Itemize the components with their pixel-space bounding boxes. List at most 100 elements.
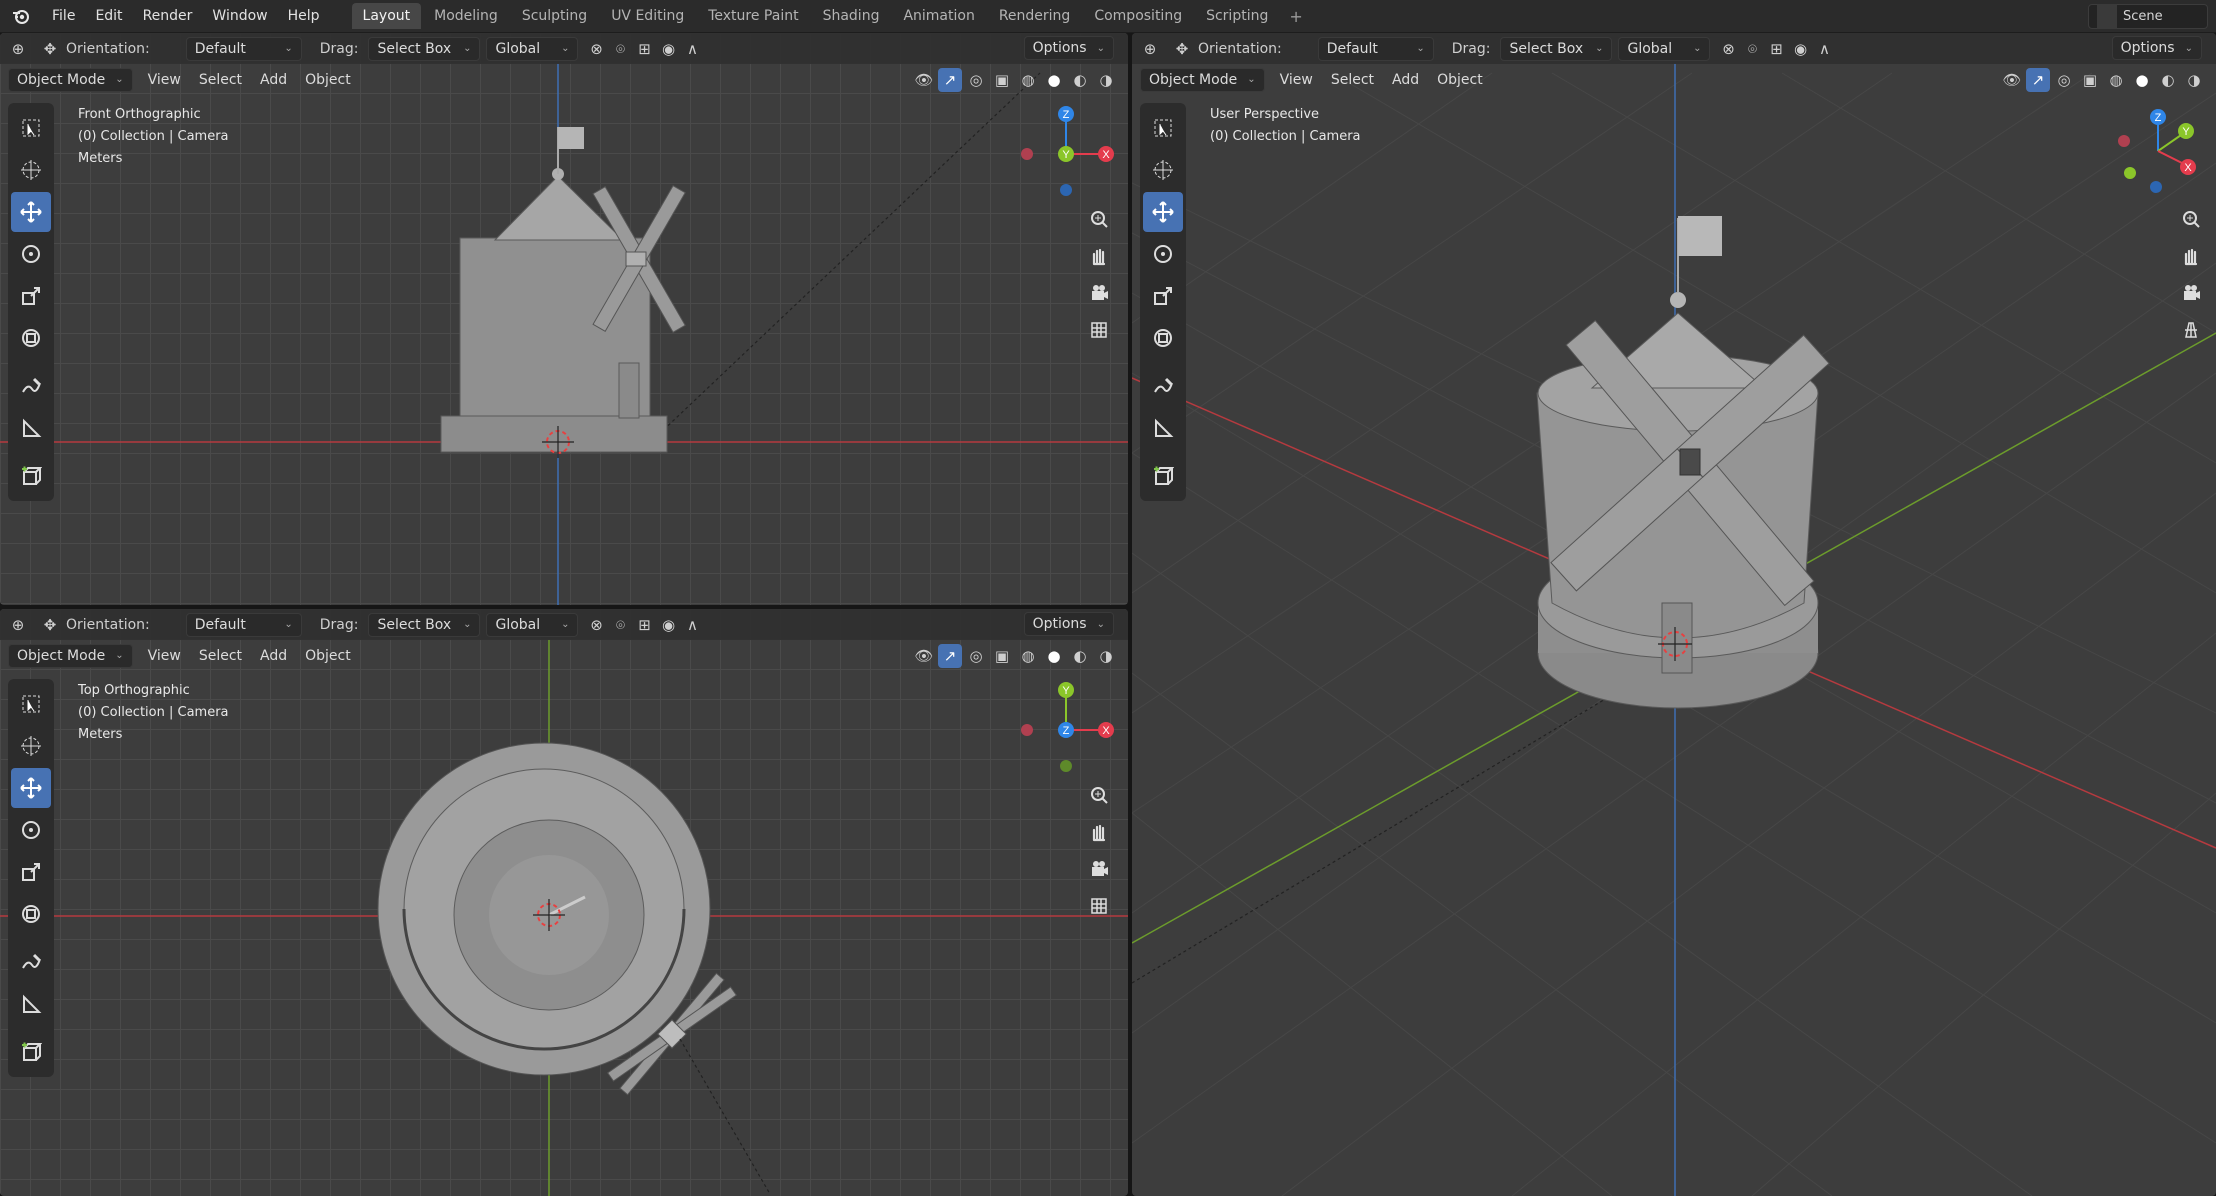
- solid-shading-icon[interactable]: ●: [1042, 68, 1066, 92]
- editor-type-icon[interactable]: ⊕: [6, 613, 30, 637]
- view-menu[interactable]: View: [139, 644, 190, 668]
- tab-animation[interactable]: Animation: [892, 3, 985, 29]
- proportional-edit-icon[interactable]: ◉: [1788, 37, 1812, 61]
- overlay-icon[interactable]: ◎: [964, 644, 988, 668]
- orientation-dropdown[interactable]: Default ⌄: [185, 36, 302, 61]
- mode-dropdown[interactable]: Object Mode ⌄: [8, 643, 133, 668]
- orientation-dropdown[interactable]: Default ⌄: [1317, 36, 1434, 61]
- snap-target-icon[interactable]: ⊞: [632, 37, 656, 61]
- solid-shading-icon[interactable]: ●: [1042, 644, 1066, 668]
- add-menu[interactable]: Add: [1383, 68, 1428, 92]
- tab-layout[interactable]: Layout: [351, 3, 422, 29]
- transform-tool-icon[interactable]: [11, 318, 51, 358]
- visibility-icon[interactable]: 👁: [912, 644, 936, 668]
- tab-modeling[interactable]: Modeling: [423, 3, 509, 29]
- object-menu[interactable]: Object: [296, 68, 360, 92]
- windmill-front[interactable]: [440, 127, 686, 453]
- snap-icon[interactable]: ⌾: [608, 613, 632, 637]
- viewport-user-perspective[interactable]: ⊕ ✥ Orientation: Default ⌄ Drag: Select B…: [1132, 33, 2216, 1196]
- camera-view-icon[interactable]: [1084, 278, 1114, 308]
- tab-sculpting[interactable]: Sculpting: [511, 3, 598, 29]
- wireframe-shading-icon[interactable]: ◍: [1016, 68, 1040, 92]
- annotate-tool-icon[interactable]: [11, 366, 51, 406]
- select-box-tool-icon[interactable]: [11, 684, 51, 724]
- navigation-gizmo[interactable]: Z X Y: [1020, 101, 1120, 201]
- falloff-icon[interactable]: ∧: [1812, 37, 1836, 61]
- rendered-shading-icon[interactable]: ◑: [1094, 644, 1118, 668]
- rendered-shading-icon[interactable]: ◑: [2182, 68, 2206, 92]
- xray-icon[interactable]: ▣: [990, 644, 1014, 668]
- options-dropdown[interactable]: Options ⌄: [2111, 36, 2202, 60]
- material-shading-icon[interactable]: ◐: [2156, 68, 2180, 92]
- tab-texture-paint[interactable]: Texture Paint: [697, 3, 809, 29]
- wireframe-shading-icon[interactable]: ◍: [1016, 644, 1040, 668]
- annotate-tool-icon[interactable]: [11, 942, 51, 982]
- object-menu[interactable]: Object: [1428, 68, 1492, 92]
- tab-scripting[interactable]: Scripting: [1195, 3, 1279, 29]
- view-menu[interactable]: View: [139, 68, 190, 92]
- gizmo-toggle-icon[interactable]: ↗: [2026, 67, 2050, 92]
- pan-hand-icon[interactable]: [2176, 241, 2206, 271]
- zoom-icon[interactable]: [2176, 204, 2206, 234]
- blender-logo-icon[interactable]: [10, 5, 32, 27]
- cursor-tool-icon[interactable]: [11, 726, 51, 766]
- drag-dropdown[interactable]: Select Box ⌄: [368, 36, 481, 61]
- menu-render[interactable]: Render: [133, 0, 203, 33]
- scene-selector[interactable]: Scene: [2088, 4, 2208, 29]
- add-cube-tool-icon[interactable]: [11, 456, 51, 496]
- transform-dropdown[interactable]: Global ⌄: [486, 612, 579, 637]
- pan-hand-icon[interactable]: [1084, 817, 1114, 847]
- mode-dropdown[interactable]: Object Mode ⌄: [8, 67, 133, 92]
- xray-icon[interactable]: ▣: [990, 68, 1014, 92]
- material-shading-icon[interactable]: ◐: [1068, 644, 1092, 668]
- pivot-icon[interactable]: ⊗: [1716, 37, 1740, 61]
- cursor-tool-icon[interactable]: [1143, 150, 1183, 190]
- transform-dropdown[interactable]: Global ⌄: [486, 36, 579, 61]
- tab-uv-editing[interactable]: UV Editing: [600, 3, 695, 29]
- editor-type-icon[interactable]: ⊕: [6, 37, 30, 61]
- move-tool-icon[interactable]: [11, 192, 51, 232]
- gizmo-toggle-icon[interactable]: ↗: [938, 643, 962, 668]
- zoom-icon[interactable]: [1084, 780, 1114, 810]
- measure-tool-icon[interactable]: [1143, 408, 1183, 448]
- menu-help[interactable]: Help: [278, 0, 330, 33]
- pivot-icon[interactable]: ⊗: [584, 613, 608, 637]
- mode-dropdown[interactable]: Object Mode ⌄: [1140, 67, 1265, 92]
- select-menu[interactable]: Select: [190, 644, 251, 668]
- move-tool-icon[interactable]: [1143, 192, 1183, 232]
- camera-view-icon[interactable]: [2176, 278, 2206, 308]
- rotate-tool-icon[interactable]: [11, 810, 51, 850]
- transform-tool-icon[interactable]: [1143, 318, 1183, 358]
- viewport-front[interactable]: ⊕ ✥ Orientation: Default ⌄ Drag: Select B…: [0, 33, 1128, 605]
- proportional-edit-icon[interactable]: ◉: [656, 37, 680, 61]
- cursor-tool-icon[interactable]: [11, 150, 51, 190]
- transform-gizmo-icon[interactable]: ✥: [38, 37, 62, 61]
- select-box-tool-icon[interactable]: [1143, 108, 1183, 148]
- wireframe-shading-icon[interactable]: ◍: [2104, 68, 2128, 92]
- rotate-tool-icon[interactable]: [11, 234, 51, 274]
- pan-hand-icon[interactable]: [1084, 241, 1114, 271]
- snap-target-icon[interactable]: ⊞: [632, 613, 656, 637]
- rendered-shading-icon[interactable]: ◑: [1094, 68, 1118, 92]
- scale-tool-icon[interactable]: [11, 852, 51, 892]
- overlay-icon[interactable]: ◎: [964, 68, 988, 92]
- rotate-tool-icon[interactable]: [1143, 234, 1183, 274]
- perspective-toggle-icon[interactable]: [1084, 891, 1114, 921]
- windmill-top[interactable]: [377, 742, 771, 1195]
- add-workspace-button[interactable]: +: [1281, 7, 1310, 26]
- snap-icon[interactable]: ⌾: [1740, 37, 1764, 61]
- perspective-toggle-icon[interactable]: [2176, 315, 2206, 345]
- scale-tool-icon[interactable]: [11, 276, 51, 316]
- add-menu[interactable]: Add: [251, 68, 296, 92]
- navigation-gizmo[interactable]: Z Y X: [2112, 101, 2212, 201]
- move-tool-icon[interactable]: [11, 768, 51, 808]
- xray-icon[interactable]: ▣: [2078, 68, 2102, 92]
- select-box-tool-icon[interactable]: [11, 108, 51, 148]
- camera-view-icon[interactable]: [1084, 854, 1114, 884]
- add-cube-tool-icon[interactable]: [11, 1032, 51, 1072]
- menu-file[interactable]: File: [42, 0, 85, 33]
- solid-shading-icon[interactable]: ●: [2130, 68, 2154, 92]
- measure-tool-icon[interactable]: [11, 984, 51, 1024]
- zoom-icon[interactable]: [1084, 204, 1114, 234]
- tab-rendering[interactable]: Rendering: [988, 3, 1082, 29]
